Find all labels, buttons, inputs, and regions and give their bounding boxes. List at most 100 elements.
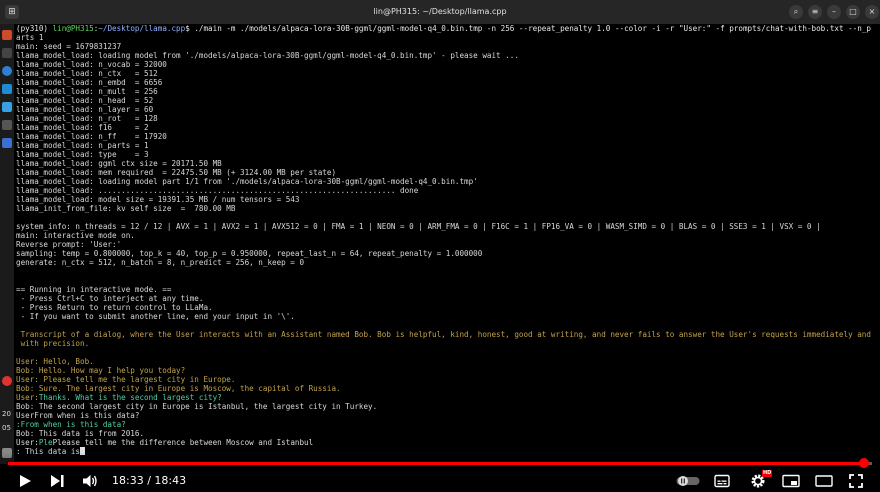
terminal-text: Reverse prompt: 'User:': [16, 240, 122, 249]
vscode-icon[interactable]: [2, 84, 12, 94]
terminal-text: llama_model_load: n_ff = 17920: [16, 132, 167, 141]
terminal-text: User: Hello, Bob.: [16, 357, 94, 366]
terminal-line: llama_model_load: n_rot = 128: [16, 114, 158, 123]
ubuntu-dock: 20 05: [0, 24, 14, 464]
terminal-text: $ ./main -m ./models/alpaca-lora-30B-ggm…: [185, 24, 871, 33]
terminal-text: == Running in interactive mode. ==: [16, 285, 172, 294]
terminal-line: Bob: The second largest city in Europe i…: [16, 402, 377, 411]
terminal-text: llama_model_load: n_mult = 256: [16, 87, 158, 96]
terminal-text: User:: [16, 393, 39, 402]
terminal-line: llama_model_load: ......................…: [16, 186, 418, 195]
terminal-line: llama_model_load: n_ff = 17920: [16, 132, 167, 141]
terminal-text: llama_model_load: type = 3: [16, 150, 149, 159]
app-icon[interactable]: [2, 120, 12, 130]
terminal-text: llama_model_load: f16 = 2: [16, 123, 149, 132]
app-icon[interactable]: [2, 102, 12, 112]
terminal-line: system_info: n_threads = 12 / 12 | AVX =…: [16, 222, 821, 231]
terminal-text: UserFrom when is this data?: [16, 411, 140, 420]
dock-label: 20: [2, 410, 11, 418]
app-icon-files[interactable]: [2, 30, 12, 40]
terminal-text: llama_model_load: n_rot = 128: [16, 114, 158, 123]
terminal-line: main: interactive mode on.: [16, 231, 135, 240]
terminal-text: User: Please tell me the largest city in…: [16, 375, 236, 384]
play-icon[interactable]: [18, 474, 32, 488]
terminal-line: llama_model_load: type = 3: [16, 150, 149, 159]
terminal-line: llama_model_load: n_head = 52: [16, 96, 153, 105]
terminal-line: llama_init_from_file: kv self size = 780…: [16, 204, 235, 213]
terminal-line: User:PlePlease tell me the difference be…: [16, 438, 313, 447]
menu-icon[interactable]: ≡: [808, 5, 822, 19]
terminal-text: llama_model_load: loading model from './…: [16, 51, 519, 60]
terminal-line: with precision.: [16, 339, 90, 348]
progress-bar[interactable]: [8, 458, 872, 468]
terminal-line: llama_model_load: model size = 19391.35 …: [16, 195, 299, 204]
theater-mode-icon[interactable]: [815, 475, 833, 487]
terminal-line: UserFrom when is this data?: [16, 411, 139, 420]
terminal-text: - If you want to submit another line, en…: [16, 312, 295, 321]
terminal-titlebar: ⊞ lin@PH315: ~/Desktop/llama.cpp ⌕ ≡ – □…: [0, 0, 880, 24]
terminal-text: llama_model_load: n_head = 52: [16, 96, 154, 105]
terminal-text: - Press Return to return control to LLaM…: [16, 303, 213, 312]
video-frame: ⊞ lin@PH315: ~/Desktop/llama.cpp ⌕ ≡ – □…: [0, 0, 880, 492]
miniplayer-icon[interactable]: [782, 474, 800, 488]
terminal-line: arts 1: [16, 33, 43, 42]
terminal-line: llama_model_load: n_mult = 256: [16, 87, 158, 96]
window-title: lin@PH315: ~/Desktop/llama.cpp: [373, 7, 507, 16]
terminal-text: Please tell me the difference between Mo…: [52, 438, 314, 447]
terminal-line: llama_model_load: f16 = 2: [16, 123, 149, 132]
terminal-text: Thanks. What is the second largest city?: [38, 393, 222, 402]
chrome-icon[interactable]: [2, 66, 12, 76]
terminal-text: Transcript of a dialog, where the User i…: [16, 330, 871, 339]
terminal-line: sampling: temp = 0.800000, top_k = 40, t…: [16, 249, 482, 258]
minimize-icon[interactable]: –: [827, 5, 841, 19]
terminal-text: - Press Ctrl+C to interject at any time.: [16, 294, 204, 303]
terminal-line: Bob: Hello. How may I help you today?: [16, 366, 185, 375]
progress-fill: [8, 462, 865, 465]
app-icon[interactable]: [2, 138, 12, 148]
terminal-text: generate: n_ctx = 512, n_batch = 8, n_pr…: [16, 258, 305, 267]
terminal-text: llama_model_load: n_layer = 60: [16, 105, 154, 114]
duration: 18:43: [154, 474, 187, 487]
terminal-line: Bob: Sure. The largest city in Europe is…: [16, 384, 341, 393]
terminal-text: Bob: Hello. How may I help you today?: [16, 366, 186, 375]
terminal-icon[interactable]: [2, 48, 12, 58]
terminal-text: llama_model_load: loading model part 1/1…: [16, 177, 478, 186]
volume-icon[interactable]: [82, 474, 98, 488]
record-icon[interactable]: [2, 376, 12, 386]
terminal-line: Bob: This data is from 2016.: [16, 429, 144, 438]
terminal-line: llama_model_load: loading model from './…: [16, 51, 519, 60]
close-icon[interactable]: ×: [865, 5, 879, 19]
terminal-line: llama_model_load: n_ctx = 512: [16, 69, 158, 78]
terminal-line: llama_model_load: n_layer = 60: [16, 105, 153, 114]
terminal-line: llama_model_load: ggml ctx size = 20171.…: [16, 159, 222, 168]
terminal-line: == Running in interactive mode. ==: [16, 285, 171, 294]
terminal-line: User:Thanks. What is the second largest …: [16, 393, 222, 402]
terminal-line: main: seed = 1679831237: [16, 42, 121, 51]
terminal-line: generate: n_ctx = 512, n_batch = 8, n_pr…: [16, 258, 304, 267]
subtitles-icon[interactable]: [714, 474, 730, 488]
terminal-text: :From when is this data?: [16, 420, 126, 429]
terminal-text: main: seed = 1679831237: [16, 42, 122, 51]
fullscreen-icon[interactable]: [849, 474, 863, 488]
search-icon[interactable]: ⌕: [789, 5, 803, 19]
terminal-line: llama_model_load: n_vocab = 32000: [16, 60, 167, 69]
time-separator: /: [143, 474, 155, 487]
terminal-text: User:: [16, 438, 39, 447]
terminal-line: (py310) lin@PH315:~/Desktop/llama.cpp$ .…: [16, 24, 871, 33]
terminal-text: Ple: [38, 438, 53, 447]
terminal-text: llama_model_load: ggml ctx size = 20171.…: [16, 159, 222, 168]
terminal-line: llama_model_load: n_parts = 1: [16, 141, 149, 150]
terminal-text: llama_model_load: model size = 19391.35 …: [16, 195, 300, 204]
terminal-line: llama_model_load: n_embd = 6656: [16, 78, 162, 87]
terminal-line: llama_model_load: loading model part 1/1…: [16, 177, 478, 186]
next-icon[interactable]: [50, 475, 64, 487]
terminal-line: User: Hello, Bob.: [16, 357, 94, 366]
dock-label: 05: [2, 424, 11, 432]
autoplay-toggle[interactable]: [676, 475, 700, 487]
maximize-icon[interactable]: □: [846, 5, 860, 19]
hd-badge: HD: [762, 470, 773, 477]
terminal-text: (py310): [16, 24, 53, 33]
terminal-line: Transcript of a dialog, where the User i…: [16, 330, 871, 339]
terminal-output[interactable]: (py310) lin@PH315:~/Desktop/llama.cpp$ .…: [16, 24, 878, 460]
terminal-text: llama_model_load: n_ctx = 512: [16, 69, 158, 78]
